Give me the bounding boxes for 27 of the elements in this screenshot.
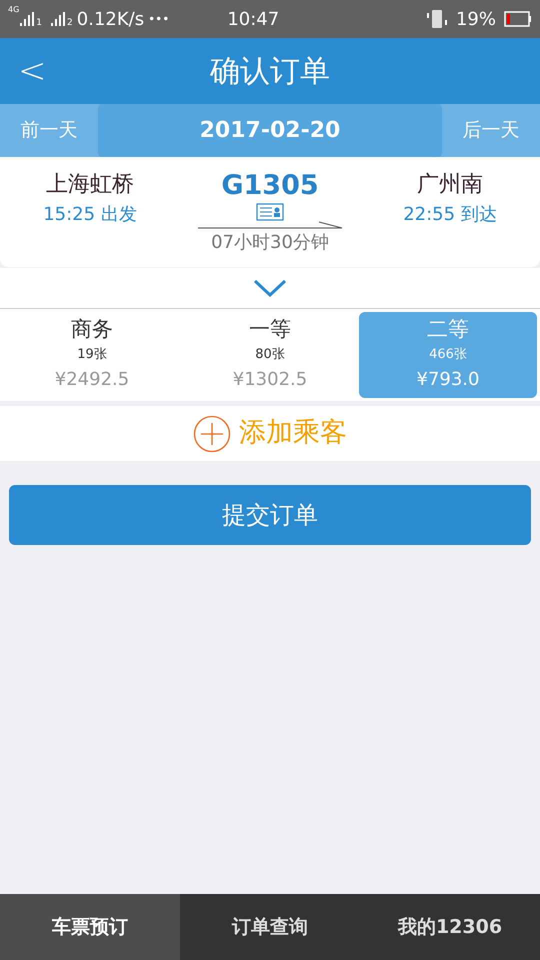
battery-icon — [504, 11, 532, 27]
date-label: 2017-02-20 — [98, 104, 442, 157]
network-label: 4G — [8, 4, 20, 16]
arrival-time: 22:55 到达 — [403, 203, 497, 227]
arrival-station: 广州南 — [417, 171, 483, 199]
vibrate-icon — [426, 9, 448, 29]
sim-label: 2 — [67, 16, 73, 30]
seat-class-option[interactable]: 二等 466张 ¥793.0 — [359, 312, 537, 398]
sim-label: 1 — [36, 16, 42, 30]
plus-circle-icon — [193, 414, 231, 452]
departure-time: 15:25 出发 — [43, 203, 137, 227]
more-indicator: ••• — [148, 11, 170, 28]
battery-percent: 19% — [456, 8, 496, 32]
signal-icon — [19, 11, 36, 27]
bottom-tab[interactable]: 车票预订 — [0, 894, 180, 960]
add-passenger-button[interactable]: 添加乘客 — [0, 406, 540, 461]
back-button[interactable]: < — [18, 54, 46, 88]
page-title: 确认订单 — [210, 52, 330, 90]
submit-order-button[interactable]: 提交订单 — [9, 485, 531, 545]
id-card-icon — [256, 203, 284, 221]
travel-duration: 07小时30分钟 — [211, 231, 329, 255]
network-speed: 0.12K/s — [76, 8, 144, 32]
chevron-down-icon[interactable] — [253, 279, 287, 297]
signal-icon — [50, 11, 66, 27]
train-number: G1305 — [221, 169, 319, 203]
departure-station: 上海虹桥 — [46, 171, 134, 199]
clock: 10:47 — [227, 8, 280, 32]
